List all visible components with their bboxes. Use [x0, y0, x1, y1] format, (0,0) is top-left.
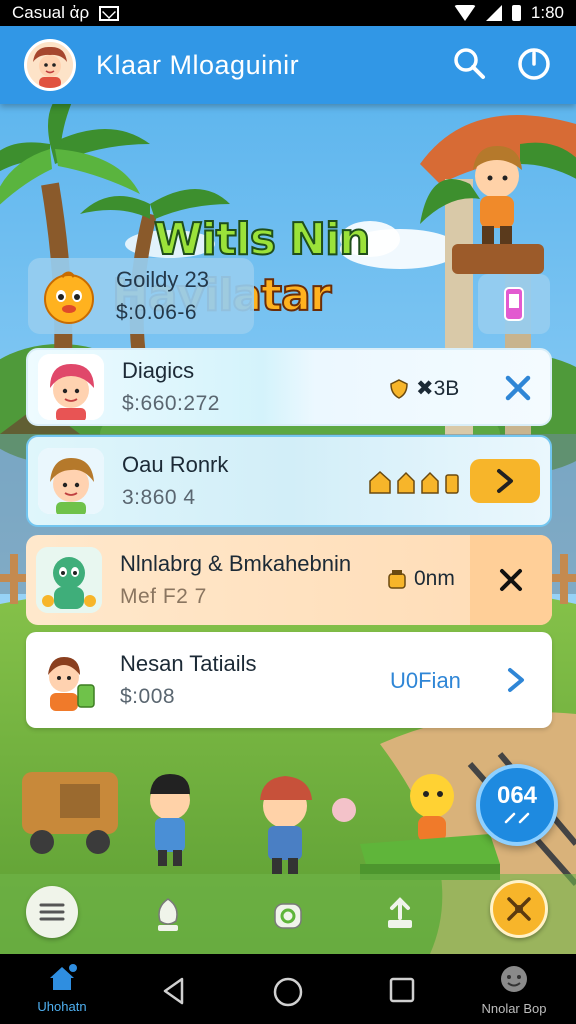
card-title: Oau Ronrk — [122, 452, 229, 477]
score-value: 064 — [496, 782, 538, 809]
card-title: Goildy 23 — [116, 267, 209, 292]
signal-icon — [485, 5, 502, 21]
phone-icon — [504, 287, 524, 321]
list-item[interactable]: Diagics $:660:272 ✖3B — [26, 348, 552, 426]
menu-button[interactable] — [26, 886, 78, 938]
card-meta: 0nm — [386, 567, 455, 591]
recents-icon — [389, 977, 415, 1003]
card-thumbnail — [38, 448, 104, 514]
card-subtitle: 3:860 4 — [122, 486, 196, 509]
card-title: Diagics — [122, 358, 195, 383]
close-icon — [500, 569, 522, 591]
character-button[interactable] — [148, 892, 188, 936]
next-button[interactable] — [470, 459, 540, 503]
chevron-right-icon — [508, 668, 524, 692]
card-title: Nlnlabrg & Bmkahebnin — [120, 551, 352, 576]
upload-icon — [388, 897, 412, 928]
nav-home[interactable]: Uhohatn — [28, 964, 96, 1014]
card-thumbnail — [36, 647, 102, 713]
character-icon — [158, 898, 178, 931]
card-meta-text: 0nm — [414, 567, 455, 590]
list-item[interactable]: Nesan Tatiails $:008 U0Fian — [26, 632, 552, 728]
tools-button[interactable] — [490, 880, 548, 938]
next-button[interactable] — [496, 660, 536, 700]
clock: 1:80 — [530, 3, 564, 22]
wifi-icon — [453, 5, 476, 21]
app-title: Klaar Mloaguinir — [96, 49, 300, 80]
battery-icon — [511, 5, 521, 21]
power-icon[interactable] — [516, 45, 552, 86]
card-subtitle: $:008 — [120, 685, 176, 708]
close-icon — [505, 375, 531, 401]
card-thumbnail — [36, 547, 102, 613]
card-subtitle: $:0.06-6 — [116, 301, 198, 324]
upload-button[interactable] — [380, 892, 420, 936]
search-icon[interactable] — [452, 46, 486, 85]
card-subtitle: Mef F2 7 — [120, 585, 207, 608]
face-icon — [501, 966, 527, 992]
list-item[interactable]: Goildy 23 $:0.06-6 — [28, 258, 254, 334]
home-icon — [50, 964, 77, 990]
edit-icon — [504, 812, 530, 824]
list-item[interactable]: Oau Ronrk 3:860 4 — [26, 435, 552, 527]
card-meta: ✖3B — [388, 376, 459, 401]
camera-button[interactable] — [268, 892, 308, 936]
nav-games-label: Nnolar Bop — [481, 1001, 547, 1016]
back-button[interactable] — [160, 976, 188, 1011]
carrier-text: Casual ἀρ — [12, 3, 90, 22]
phone-button[interactable] — [478, 274, 550, 334]
back-icon — [163, 977, 184, 1005]
status-bar: Casual ἀρ 1:80 — [0, 0, 576, 26]
circle-home-icon — [273, 977, 303, 1007]
mail-icon — [99, 5, 120, 21]
avatar[interactable] — [24, 39, 76, 91]
score-badge[interactable]: 064 — [476, 764, 558, 846]
tools-icon — [507, 897, 531, 921]
card-thumbnail — [40, 267, 98, 325]
close-button[interactable] — [470, 535, 552, 625]
house-icons — [369, 470, 459, 494]
card-meta: U0Fian — [390, 668, 461, 694]
nav-home-label: Uhohatn — [37, 999, 87, 1014]
chevron-right-icon — [497, 469, 513, 493]
card-subtitle: $:660:272 — [122, 392, 220, 415]
menu-icon — [39, 903, 65, 921]
app-bar: Klaar Mloaguinir — [0, 26, 576, 104]
home-system-button[interactable] — [272, 976, 304, 1013]
list-item[interactable]: Nlnlabrg & Bmkahebnin Mef F2 7 0nm — [26, 535, 552, 625]
nav-games[interactable]: Nnolar Bop — [466, 964, 562, 1016]
card-meta-text: U0Fian — [390, 668, 461, 693]
recents-button[interactable] — [388, 976, 416, 1009]
card-meta-icons — [368, 469, 464, 495]
card-thumbnail — [38, 354, 104, 420]
bottom-nav: Uhohatn Nnolar Bop — [0, 954, 576, 1024]
camera-icon — [274, 903, 302, 929]
card-meta-text: ✖3B — [416, 377, 460, 400]
shield-icon — [390, 378, 408, 399]
jar-icon — [388, 570, 406, 589]
close-button[interactable] — [498, 368, 538, 408]
card-title: Nesan Tatiails — [120, 651, 257, 676]
